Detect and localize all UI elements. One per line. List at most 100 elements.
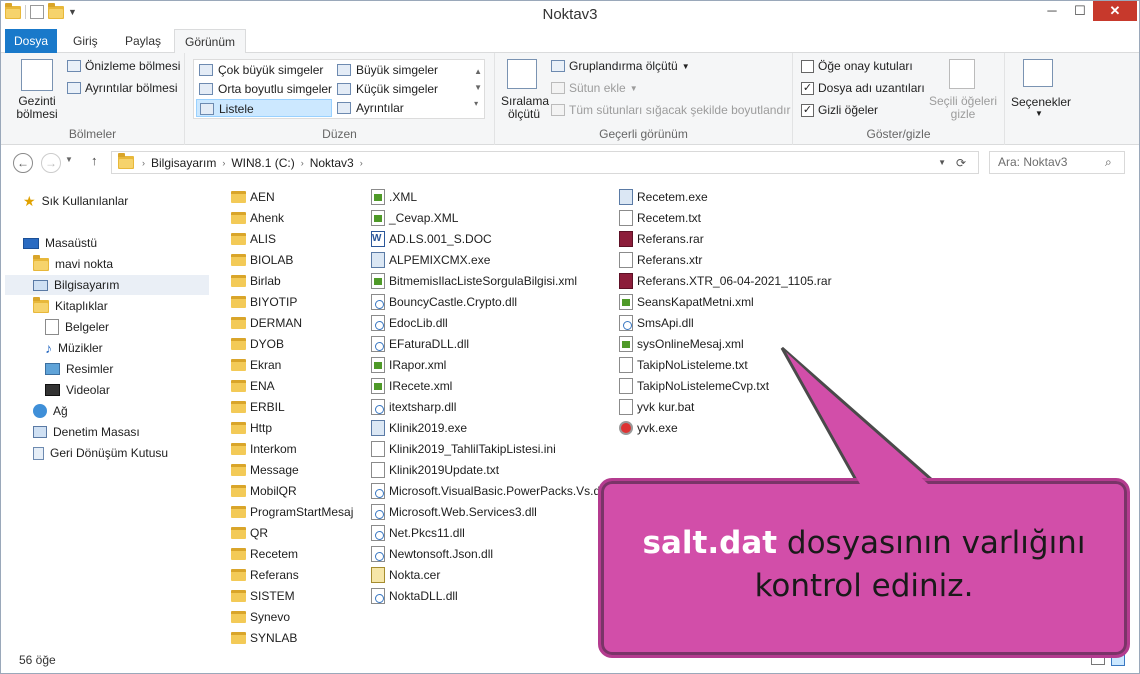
folder-item[interactable]: SISTEM bbox=[231, 586, 295, 606]
file-item[interactable]: yvk kur.bat bbox=[619, 397, 694, 417]
nav-recycle-bin[interactable]: Geri Dönüşüm Kutusu bbox=[33, 443, 168, 463]
file-item[interactable]: .XML bbox=[371, 187, 417, 207]
options-dropdown-icon[interactable]: ▼ bbox=[1035, 109, 1043, 118]
file-item[interactable]: Recetem.exe bbox=[619, 187, 708, 207]
file-item[interactable]: IRecete.xml bbox=[371, 376, 452, 396]
folder-item[interactable]: Message bbox=[231, 460, 299, 480]
refresh-icon[interactable]: ⟳ bbox=[956, 156, 966, 170]
folder-item[interactable]: Referans bbox=[231, 565, 299, 585]
file-item[interactable]: Microsoft.VisualBasic.PowerPacks.Vs.dll bbox=[371, 481, 606, 501]
file-item[interactable]: Referans.rar bbox=[619, 229, 704, 249]
file-item[interactable]: TakipNoListeleme.txt bbox=[619, 355, 748, 375]
options-button[interactable]: Seçenekler bbox=[1011, 95, 1071, 109]
folder-item[interactable]: ERBIL bbox=[231, 397, 285, 417]
nav-pictures[interactable]: Resimler bbox=[45, 359, 113, 379]
nav-control-panel[interactable]: Denetim Masası bbox=[33, 422, 140, 442]
file-item[interactable]: Newtonsoft.Json.dll bbox=[371, 544, 493, 564]
hide-selected-button[interactable]: Seçili öğeleri gizle bbox=[927, 95, 999, 121]
folder-item[interactable]: MobilQR bbox=[231, 481, 297, 501]
file-item[interactable]: _Cevap.XML bbox=[371, 208, 458, 228]
search-icon[interactable]: ⌕ bbox=[1105, 155, 1112, 170]
file-item[interactable]: sysOnlineMesaj.xml bbox=[619, 334, 744, 354]
breadcrumb-drive[interactable]: WIN8.1 (C:) bbox=[231, 156, 294, 170]
details-pane-button[interactable]: Ayrıntılar bölmesi bbox=[67, 81, 177, 95]
folder-item[interactable]: Birlab bbox=[231, 271, 281, 291]
file-extensions-toggle[interactable]: ✓ Dosya adı uzantıları bbox=[801, 81, 925, 95]
folder-item[interactable]: BIOLAB bbox=[231, 250, 293, 270]
forward-button[interactable]: → bbox=[41, 153, 61, 173]
item-checkboxes-toggle[interactable]: Öğe onay kutuları bbox=[801, 59, 913, 73]
preview-pane-button[interactable]: Önizleme bölmesi bbox=[67, 59, 180, 73]
maximize-button[interactable]: ☐ bbox=[1067, 1, 1093, 21]
nav-music[interactable]: ♪ Müzikler bbox=[45, 338, 103, 358]
folder-item[interactable]: Ekran bbox=[231, 355, 281, 375]
breadcrumb-chevron-icon[interactable]: › bbox=[301, 158, 304, 168]
navigation-pane-button[interactable]: Gezinti bölmesi bbox=[11, 95, 63, 121]
address-dropdown-icon[interactable]: ▼ bbox=[938, 158, 946, 167]
tab-view[interactable]: Görünüm bbox=[174, 29, 247, 54]
file-item[interactable]: Nokta.cer bbox=[371, 565, 440, 585]
options-icon[interactable] bbox=[1023, 59, 1053, 87]
nav-computer[interactable]: Bilgisayarım bbox=[5, 275, 209, 295]
folder-item[interactable]: ALIS bbox=[231, 229, 276, 249]
file-item[interactable]: EdocLib.dll bbox=[371, 313, 448, 333]
layout-extra-large-icons[interactable]: Çok büyük simgeler bbox=[196, 61, 334, 79]
size-columns-button[interactable]: Tüm sütunları sığacak şekilde boyutlandı… bbox=[551, 103, 790, 117]
folder-item[interactable]: SYNLAB bbox=[231, 628, 297, 648]
folder-item[interactable]: BIYOTIP bbox=[231, 292, 297, 312]
nav-user[interactable]: mavi nokta bbox=[33, 254, 113, 274]
tab-home[interactable]: Giriş bbox=[63, 29, 108, 53]
breadcrumb-computer[interactable]: Bilgisayarım bbox=[151, 156, 216, 170]
folder-item[interactable]: DERMAN bbox=[231, 313, 302, 333]
nav-network[interactable]: Ağ bbox=[33, 401, 68, 421]
group-by-button[interactable]: Gruplandırma ölçütü ▼ bbox=[551, 59, 690, 73]
file-item[interactable]: NoktaDLL.dll bbox=[371, 586, 458, 606]
file-item[interactable]: SeansKapatMetni.xml bbox=[619, 292, 754, 312]
breadcrumb-folder[interactable]: Noktav3 bbox=[310, 156, 354, 170]
navigation-pane-icon[interactable] bbox=[21, 59, 53, 91]
file-item[interactable]: BitmemisIlacListeSorgulaBilgisi.xml bbox=[371, 271, 577, 291]
layout-details[interactable]: Ayrıntılar bbox=[334, 99, 474, 117]
file-item[interactable]: Klinik2019_TahlilTakipListesi.ini bbox=[371, 439, 556, 459]
file-item[interactable]: Recetem.txt bbox=[619, 208, 701, 228]
file-item[interactable]: Microsoft.Web.Services3.dll bbox=[371, 502, 537, 522]
file-item[interactable]: EFaturaDLL.dll bbox=[371, 334, 469, 354]
file-item[interactable]: itextsharp.dll bbox=[371, 397, 456, 417]
add-columns-button[interactable]: Sütun ekle ▼ bbox=[551, 81, 638, 95]
nav-documents[interactable]: Belgeler bbox=[45, 317, 109, 337]
tab-share[interactable]: Paylaş bbox=[115, 29, 171, 53]
file-item[interactable]: TakipNoListelemeCvp.txt bbox=[619, 376, 769, 396]
folder-item[interactable]: Recetem bbox=[231, 544, 298, 564]
file-item[interactable]: AD.LS.001_S.DOC bbox=[371, 229, 492, 249]
sort-by-button[interactable]: Sıralama ölçütü bbox=[501, 95, 549, 121]
layout-list[interactable]: Listele bbox=[196, 99, 332, 117]
hidden-items-toggle[interactable]: ✓ Gizli öğeler bbox=[801, 103, 878, 117]
folder-item[interactable]: Http bbox=[231, 418, 272, 438]
folder-item[interactable]: QR bbox=[231, 523, 268, 543]
file-item[interactable]: yvk.exe bbox=[619, 418, 678, 438]
file-item[interactable]: Klinik2019Update.txt bbox=[371, 460, 499, 480]
file-item[interactable]: SmsApi.dll bbox=[619, 313, 694, 333]
file-item[interactable]: IRapor.xml bbox=[371, 355, 446, 375]
layout-large-icons[interactable]: Büyük simgeler bbox=[334, 61, 474, 79]
layout-small-icons[interactable]: Küçük simgeler bbox=[334, 80, 474, 98]
layout-medium-icons[interactable]: Orta boyutlu simgeler bbox=[196, 80, 334, 98]
folder-item[interactable]: ProgramStartMesaj bbox=[231, 502, 353, 522]
folder-item[interactable]: DYOB bbox=[231, 334, 284, 354]
file-item[interactable]: Referans.xtr bbox=[619, 250, 702, 270]
file-item[interactable]: Net.Pkcs11.dll bbox=[371, 523, 465, 543]
folder-item[interactable]: Interkom bbox=[231, 439, 297, 459]
folder-item[interactable]: Synevo bbox=[231, 607, 290, 627]
nav-desktop[interactable]: Masaüstü bbox=[23, 233, 97, 253]
recent-locations-icon[interactable]: ▼ bbox=[65, 155, 73, 164]
close-button[interactable]: ✕ bbox=[1093, 1, 1137, 21]
hide-selected-icon[interactable] bbox=[949, 59, 975, 89]
back-button[interactable]: ← bbox=[13, 153, 33, 173]
sort-by-icon[interactable] bbox=[507, 59, 537, 89]
address-box[interactable]: › Bilgisayarım › WIN8.1 (C:) › Noktav3 ›… bbox=[111, 151, 979, 174]
nav-libraries[interactable]: Kitaplıklar bbox=[33, 296, 108, 316]
breadcrumb-chevron-icon[interactable]: › bbox=[222, 158, 225, 168]
folder-item[interactable]: AEN bbox=[231, 187, 275, 207]
breadcrumb-chevron-icon[interactable]: › bbox=[142, 158, 145, 168]
file-item[interactable]: BouncyCastle.Crypto.dll bbox=[371, 292, 517, 312]
